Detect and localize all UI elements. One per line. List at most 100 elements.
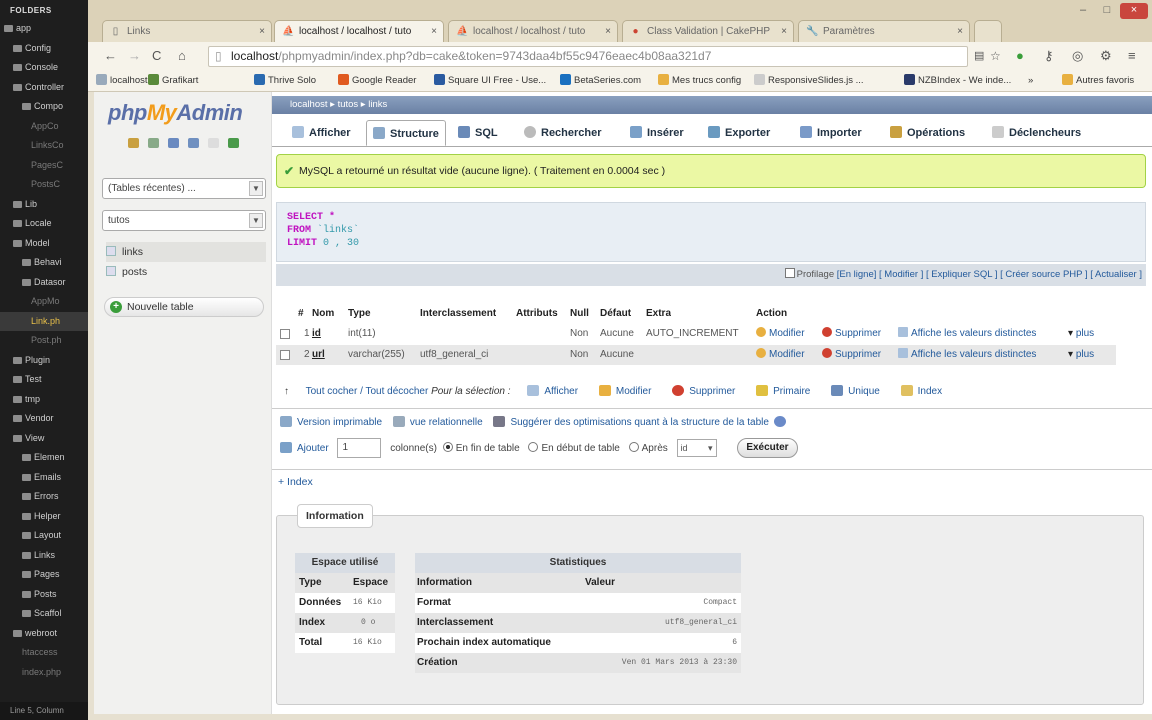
folder-item[interactable]: Console bbox=[0, 58, 88, 78]
bookmark-item[interactable]: Thrive Solo bbox=[254, 74, 316, 88]
file-item[interactable]: Post.ph bbox=[0, 331, 88, 351]
tab-structure[interactable]: Structure bbox=[366, 120, 446, 146]
bookmark-item[interactable]: Mes trucs config bbox=[658, 74, 741, 88]
explain-sql-link[interactable]: [ Expliquer SQL ] bbox=[926, 269, 997, 280]
reload-icon[interactable] bbox=[228, 138, 239, 148]
key-icon[interactable]: ⚷ bbox=[1044, 48, 1054, 64]
profiling-checkbox[interactable] bbox=[784, 268, 795, 278]
sql-query-icon[interactable] bbox=[168, 138, 179, 148]
distinct-values-link[interactable]: Affiche les valeurs distinctes bbox=[898, 345, 1036, 365]
folder-item[interactable]: Errors bbox=[0, 487, 88, 507]
folder-item[interactable]: Test bbox=[0, 370, 88, 390]
bookmark-item[interactable]: Grafikart bbox=[148, 74, 198, 88]
column-header[interactable]: Extra bbox=[646, 304, 671, 324]
exit-icon[interactable] bbox=[148, 138, 159, 148]
address-bar[interactable]: ▯ localhost/phpmyadmin/index.php?db=cake… bbox=[208, 46, 968, 67]
home-icon[interactable] bbox=[128, 138, 139, 148]
nav-table-links[interactable]: links bbox=[106, 242, 266, 262]
reload-icon[interactable]: C bbox=[152, 48, 161, 64]
column-header[interactable]: Action bbox=[756, 304, 787, 324]
index-toggle-link[interactable]: + Index bbox=[278, 476, 313, 488]
folder-item[interactable]: webroot bbox=[0, 624, 88, 644]
breadcrumb-server[interactable]: localhost bbox=[290, 99, 328, 110]
folder-item[interactable]: Behavi bbox=[0, 253, 88, 273]
bulk-index-button[interactable]: Index bbox=[900, 385, 942, 397]
after-column-select[interactable]: id ▾ bbox=[676, 439, 717, 458]
file-item[interactable]: LinksCo bbox=[0, 136, 88, 156]
nav-table-posts[interactable]: posts bbox=[106, 262, 266, 282]
tab-cakephp[interactable]: ● Class Validation | CakePHP × bbox=[622, 20, 794, 42]
folder-item[interactable]: View bbox=[0, 429, 88, 449]
database-select[interactable]: tutos ▼ bbox=[102, 210, 266, 231]
folder-item[interactable]: Layout bbox=[0, 526, 88, 546]
file-item[interactable]: PostsC bbox=[0, 175, 88, 195]
tab-phpmyadmin-active[interactable]: ⛵ localhost / localhost / tuto × bbox=[274, 20, 444, 42]
delete-link[interactable]: Supprimer bbox=[822, 345, 881, 365]
bookmark-item[interactable]: BetaSeries.com bbox=[560, 74, 641, 88]
file-item[interactable]: AppCo bbox=[0, 117, 88, 137]
distinct-values-link[interactable]: Affiche les valeurs distinctes bbox=[898, 324, 1036, 344]
column-header[interactable]: Type bbox=[348, 304, 371, 324]
folder-item[interactable]: Plugin bbox=[0, 351, 88, 371]
back-icon[interactable]: ← bbox=[104, 48, 117, 64]
menu-icon[interactable]: ≡ bbox=[1128, 48, 1136, 64]
radio-end-of-table[interactable] bbox=[442, 442, 453, 452]
column-header[interactable]: Défaut bbox=[600, 304, 631, 324]
bulk-unique-button[interactable]: Unique bbox=[831, 385, 880, 397]
relation-view-link[interactable]: vue relationnelle bbox=[410, 417, 483, 428]
forward-icon[interactable]: → bbox=[128, 48, 141, 64]
bulk-delete-button[interactable]: Supprimer bbox=[672, 385, 735, 397]
tab-exporter[interactable]: Exporter bbox=[708, 120, 770, 146]
bulk-primary-button[interactable]: Primaire bbox=[756, 385, 810, 397]
close-icon[interactable]: × bbox=[781, 21, 787, 42]
maximize-button[interactable]: □ bbox=[1096, 3, 1118, 19]
modify-link[interactable]: Modifier bbox=[756, 345, 805, 365]
bookmark-item[interactable]: Square UI Free - Use... bbox=[434, 74, 546, 88]
phpmyadmin-logo[interactable]: phpMyAdmin bbox=[108, 100, 243, 126]
close-icon[interactable]: × bbox=[431, 21, 437, 42]
folder-item[interactable]: Emails bbox=[0, 468, 88, 488]
tab-phpmyadmin[interactable]: ⛵ localhost / localhost / tuto × bbox=[448, 20, 618, 42]
tab-declencheurs[interactable]: Déclencheurs bbox=[992, 120, 1081, 146]
tab-inserer[interactable]: Insérer bbox=[630, 120, 684, 146]
folder-item[interactable]: Elemen bbox=[0, 448, 88, 468]
page-menu-icon[interactable]: ▤ bbox=[974, 48, 984, 64]
column-header[interactable]: Interclassement bbox=[420, 304, 496, 324]
inline-edit-link[interactable]: [En ligne] bbox=[837, 269, 877, 280]
bookmark-item[interactable]: Google Reader bbox=[338, 74, 416, 88]
docs-icon[interactable] bbox=[188, 138, 199, 148]
bookmark-item[interactable]: NZBIndex - We inde... bbox=[904, 74, 1011, 88]
folder-item[interactable]: Datasor bbox=[0, 273, 88, 293]
folder-item[interactable]: Vendor bbox=[0, 409, 88, 429]
tab-sql[interactable]: SQL bbox=[458, 120, 498, 146]
folder-item[interactable]: Compo bbox=[0, 97, 88, 117]
folder-item[interactable]: Pages bbox=[0, 565, 88, 585]
refresh-link[interactable]: [ Actualiser ] bbox=[1090, 269, 1142, 280]
execute-button[interactable]: Exécuter bbox=[737, 438, 798, 459]
close-window-button[interactable]: × bbox=[1120, 3, 1148, 19]
settings-icon[interactable]: ⚙ bbox=[1100, 48, 1112, 64]
bulk-browse-button[interactable]: Afficher bbox=[527, 385, 578, 397]
recent-tables-select[interactable]: (Tables récentes) ... ▼ bbox=[102, 178, 266, 199]
more-link[interactable]: ▾ plus bbox=[1068, 345, 1094, 365]
folder-item[interactable]: Config bbox=[0, 39, 88, 59]
folder-item[interactable]: Links bbox=[0, 546, 88, 566]
file-item[interactable]: PagesC bbox=[0, 156, 88, 176]
modify-link[interactable]: Modifier bbox=[756, 324, 805, 344]
home-icon[interactable]: ⌂ bbox=[178, 48, 186, 64]
folder-item[interactable]: Controller bbox=[0, 78, 88, 98]
tab-importer[interactable]: Importer bbox=[800, 120, 862, 146]
folder-item[interactable]: Scaffol bbox=[0, 604, 88, 624]
bookmark-item[interactable]: localhost bbox=[96, 74, 148, 88]
tab-operations[interactable]: Opérations bbox=[890, 120, 965, 146]
radio-after-column[interactable] bbox=[628, 442, 639, 452]
close-icon[interactable]: × bbox=[957, 21, 963, 42]
extension-icon[interactable]: ◎ bbox=[1072, 48, 1083, 64]
folder-item[interactable]: Posts bbox=[0, 585, 88, 605]
new-table-button[interactable]: + Nouvelle table bbox=[104, 297, 264, 317]
help-icon[interactable] bbox=[773, 416, 786, 427]
create-php-link[interactable]: [ Créer source PHP ] bbox=[1000, 269, 1087, 280]
folder-item[interactable]: app bbox=[0, 19, 88, 39]
close-icon[interactable]: × bbox=[259, 21, 265, 42]
docs-icon[interactable] bbox=[208, 138, 219, 148]
